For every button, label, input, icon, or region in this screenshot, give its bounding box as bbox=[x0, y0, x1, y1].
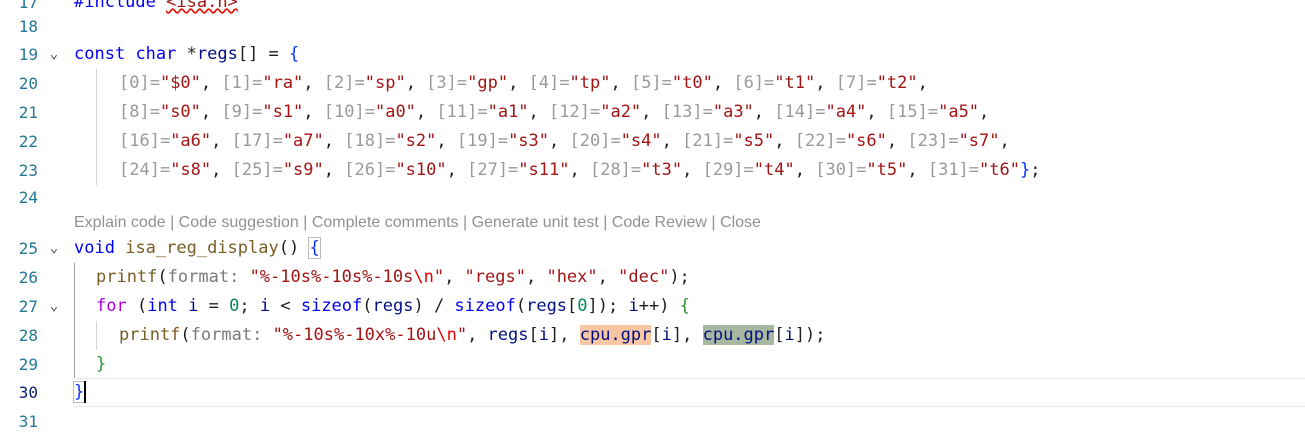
code-line-19[interactable]: 19 ⌄ const char *regs[] = { bbox=[0, 40, 1305, 69]
code-text: [0]="$0", [1]="ra", [2]="sp", [3]="gp", … bbox=[119, 73, 928, 93]
line-number: 21 bbox=[18, 103, 38, 122]
code-text: const char *regs[] = { bbox=[74, 44, 300, 64]
generate-unit-test-link[interactable]: Generate unit test bbox=[472, 214, 599, 231]
code-line-20[interactable]: 20 [0]="$0", [1]="ra", [2]="sp", [3]="gp… bbox=[0, 69, 1305, 98]
code-line-28[interactable]: 28 printf(format: "%-10s%-10x%-10u\n", r… bbox=[0, 321, 1305, 350]
indent-guide-active bbox=[74, 263, 75, 378]
code-text: [24]="s8", [25]="s9", [26]="s10", [27]="… bbox=[119, 160, 1041, 180]
line-number: 26 bbox=[18, 268, 38, 287]
code-editor[interactable]: 17 #include <isa.h> 18 19 ⌄ const char *… bbox=[0, 0, 1305, 431]
text-cursor bbox=[84, 381, 86, 403]
code-line-23[interactable]: 23 [24]="s8", [25]="s9", [26]="s10", [27… bbox=[0, 156, 1305, 185]
line-number: 29 bbox=[18, 355, 38, 374]
code-text: printf(format: "%-10s%-10s%-10s\n", "reg… bbox=[96, 267, 690, 287]
code-line-26[interactable]: 26 printf(format: "%-10s%-10s%-10s\n", "… bbox=[0, 263, 1305, 292]
line-number: 23 bbox=[18, 161, 38, 180]
line-number: 25 bbox=[18, 239, 38, 258]
code-suggestion-link[interactable]: Code suggestion bbox=[179, 214, 299, 231]
code-text: [16]="a6", [17]="a7", [18]="s2", [19]="s… bbox=[119, 131, 1010, 151]
code-line-18[interactable]: 18 bbox=[0, 12, 1305, 41]
code-text: void isa_reg_display() { bbox=[74, 237, 321, 259]
code-line-29[interactable]: 29 } bbox=[0, 350, 1305, 379]
code-text: } bbox=[72, 381, 86, 403]
indent-guide bbox=[96, 69, 97, 185]
code-text: [8]="s0", [9]="s1", [10]="a0", [11]="a1"… bbox=[119, 102, 990, 122]
highlight-read: cpu.gpr bbox=[579, 325, 652, 345]
complete-comments-link[interactable]: Complete comments bbox=[312, 214, 459, 231]
codelens-actions: Explain code | Code suggestion | Complet… bbox=[74, 214, 761, 231]
line-number: 24 bbox=[18, 188, 38, 207]
line-number: 20 bbox=[18, 74, 38, 93]
line-number: 27 bbox=[18, 297, 38, 316]
code-review-link[interactable]: Code Review bbox=[612, 214, 707, 231]
code-line-30[interactable]: 30 } bbox=[0, 378, 1305, 407]
close-codelens-link[interactable]: Close bbox=[720, 214, 761, 231]
code-line-24[interactable]: 24 bbox=[0, 183, 1305, 212]
code-line-21[interactable]: 21 [8]="s0", [9]="s1", [10]="a0", [11]="… bbox=[0, 98, 1305, 127]
code-text: printf(format: "%-10s%-10x%-10u\n", regs… bbox=[119, 325, 826, 345]
fold-chevron-icon[interactable]: ⌄ bbox=[46, 292, 62, 321]
include-path: <isa.h> bbox=[166, 0, 238, 12]
code-line-27[interactable]: 27 ⌄ for (int i = 0; i < sizeof(regs) / … bbox=[0, 292, 1305, 321]
code-line-25[interactable]: 25 ⌄ void isa_reg_display() { bbox=[0, 234, 1305, 263]
code-line-31[interactable]: 31 bbox=[0, 407, 1305, 436]
highlight-write: cpu.gpr bbox=[702, 325, 775, 345]
line-number: 31 bbox=[18, 412, 38, 431]
explain-code-link[interactable]: Explain code bbox=[74, 214, 166, 231]
fold-chevron-icon[interactable]: ⌄ bbox=[46, 40, 62, 69]
fold-chevron-icon[interactable]: ⌄ bbox=[46, 234, 62, 263]
line-number: 22 bbox=[18, 132, 38, 151]
code-line-22[interactable]: 22 [16]="a6", [17]="a7", [18]="s2", [19]… bbox=[0, 127, 1305, 156]
code-text: for (int i = 0; i < sizeof(regs) / sizeo… bbox=[96, 296, 690, 316]
indent-guide bbox=[96, 321, 97, 350]
line-number: 30 bbox=[18, 383, 38, 402]
line-number: 18 bbox=[18, 17, 38, 36]
current-line-highlight bbox=[74, 378, 1305, 407]
line-number: 28 bbox=[18, 326, 38, 345]
code-text: } bbox=[96, 354, 107, 374]
line-number: 19 bbox=[18, 45, 38, 64]
